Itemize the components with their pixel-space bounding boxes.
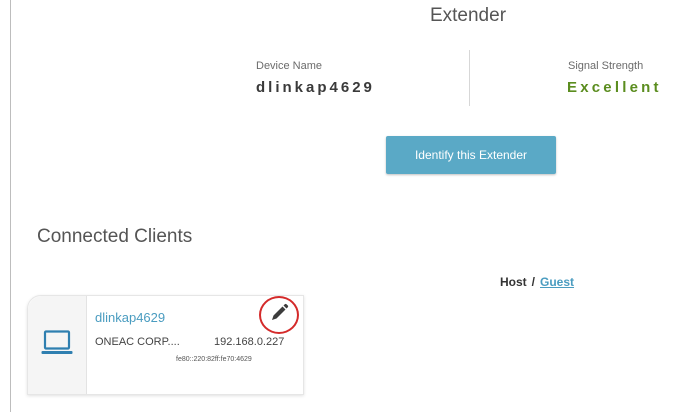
filter-separator: / bbox=[531, 275, 536, 289]
connected-clients-heading: Connected Clients bbox=[37, 226, 193, 247]
client-ipv4-address: 192.168.0.227 bbox=[214, 336, 285, 348]
client-name-link[interactable]: dlinkap4629 bbox=[95, 310, 165, 325]
signal-strength-label: Signal Strength bbox=[568, 60, 644, 72]
client-filter: Host / Guest bbox=[500, 275, 574, 289]
client-ipv6-address: fe80::220:82ff:fe70:4629 bbox=[176, 356, 252, 363]
edit-client-button[interactable] bbox=[259, 296, 299, 334]
client-vendor: ONEAC CORP.... bbox=[95, 336, 180, 348]
client-card[interactable]: dlinkap4629 ONEAC CORP.... 192.168.0.227… bbox=[27, 295, 304, 395]
extender-page: Extender Device Name dlinkap4629 Signal … bbox=[10, 0, 679, 412]
signal-strength-value: Excellent bbox=[567, 79, 662, 96]
client-card-icon-panel bbox=[28, 296, 87, 394]
info-divider bbox=[469, 50, 470, 106]
identify-extender-button[interactable]: Identify this Extender bbox=[386, 136, 556, 174]
page-title: Extender bbox=[429, 5, 507, 26]
laptop-icon bbox=[41, 330, 73, 356]
device-name-value: dlinkap4629 bbox=[256, 79, 375, 96]
filter-host-option[interactable]: Host bbox=[500, 275, 527, 289]
device-name-label: Device Name bbox=[256, 60, 323, 72]
filter-guest-link[interactable]: Guest bbox=[540, 275, 574, 289]
pencil-icon bbox=[269, 303, 289, 328]
